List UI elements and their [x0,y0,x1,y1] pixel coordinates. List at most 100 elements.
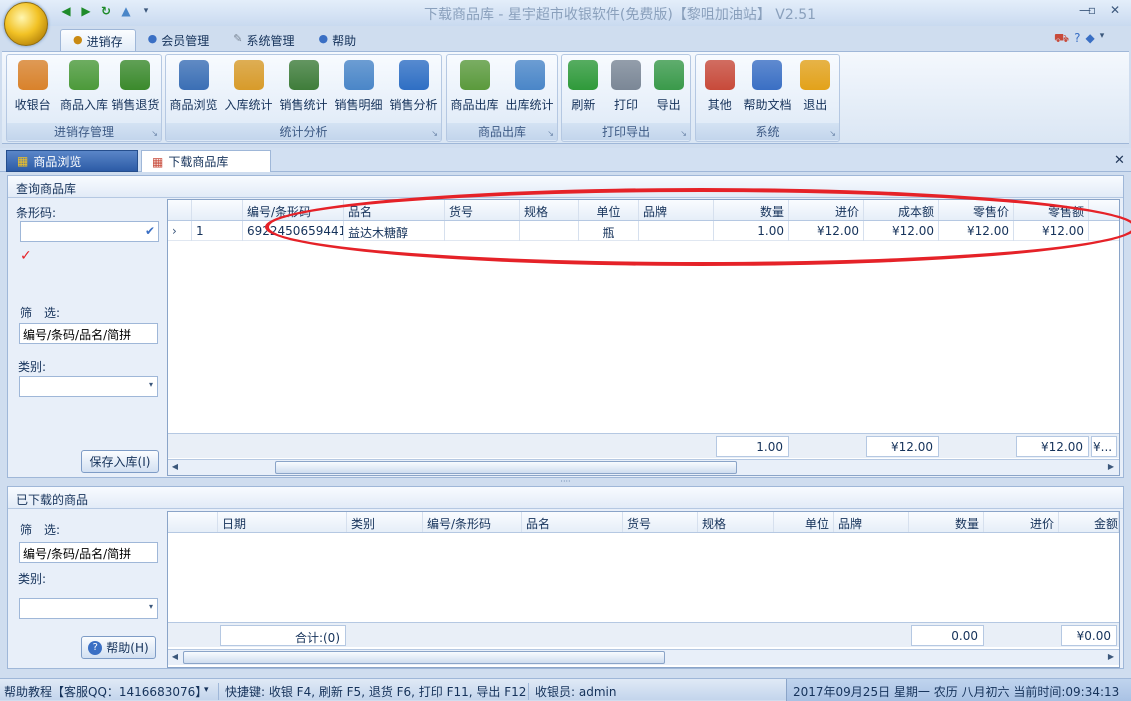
group-launcher-icon[interactable]: ↘ [829,129,836,138]
col-header-unit[interactable]: 单位 [774,512,834,532]
ribbon-button-label: 刷新 [571,98,596,112]
checkmark-dropdown-icon[interactable]: ✔ [145,224,155,238]
close-button[interactable]: ✕ [1102,3,1128,21]
col-header-name[interactable]: 品名 [522,512,623,532]
scroll-left-icon[interactable]: ◀ [170,462,180,472]
scroll-right-icon[interactable]: ▶ [1106,462,1116,472]
scroll-left-icon[interactable]: ◀ [170,652,180,662]
col-header-code[interactable]: 编号/条形码 [423,512,522,532]
ribbon-button-stock-stats[interactable]: 入库统计 [222,57,276,119]
up-arrow-icon[interactable]: ▲ [118,3,134,19]
group-launcher-icon[interactable]: ↘ [547,129,554,138]
ribbon-button-refresh[interactable]: 刷新 [562,57,605,119]
col-header-retail-amount[interactable]: 零售额 [1014,200,1089,220]
category-select[interactable]: ▾ [19,598,158,619]
cash-register-icon [17,60,48,90]
cell-code: 6922450659441 [243,221,344,241]
scroll-thumb[interactable] [183,651,665,664]
forward-arrow-icon[interactable]: ▶ [78,3,94,19]
col-header-cost-amount[interactable]: 成本额 [864,200,939,220]
skin-icon[interactable]: ◆ [1085,31,1094,47]
ribbon-button-return[interactable]: 销售退货 [110,57,161,119]
scroll-thumb[interactable] [275,461,737,474]
ribbon-button-printer[interactable]: 打印 [605,57,648,119]
group-launcher-icon[interactable]: ↘ [151,129,158,138]
ribbon-button-grid[interactable]: 其他 [696,57,743,119]
barcode-combobox[interactable]: ✔ [20,221,159,242]
cell-index: 1 [192,221,243,241]
cart-icon[interactable]: ⛟ [1054,31,1069,47]
col-header-unit[interactable]: 单位 [579,200,639,220]
col-header-item-no[interactable]: 货号 [623,512,698,532]
help-button[interactable]: ? 帮助(H) [81,636,156,659]
group-launcher-icon[interactable]: ↘ [680,129,687,138]
ribbon-group: 其他 帮助文档 退出 系统 ↘ [695,54,840,142]
col-header-retail-price[interactable]: 零售价 [939,200,1014,220]
ribbon-button-label: 入库统计 [224,98,273,112]
ribbon-button-export[interactable]: 导出 [647,57,690,119]
ribbon-button-out-stats[interactable]: 出库统计 [503,57,557,119]
ribbon-button-stock-in[interactable]: 商品入库 [58,57,109,119]
options-dropdown-icon[interactable]: ▾ [1100,31,1105,47]
tab-help[interactable]: ● 帮助 [306,29,368,51]
col-header-cost-price[interactable]: 进价 [984,512,1059,532]
status-bar: 帮助教程【客服QQ：1416683076】 ▾ 快捷键: 收银 F4, 刷新 F… [0,678,1131,701]
help-circle-icon[interactable]: ? [1074,31,1080,47]
col-header-item-no[interactable]: 货号 [445,200,520,220]
col-header-date[interactable]: 日期 [218,512,347,532]
title-bar: ◀ ▶ ↻ ▲ ▾ 下载商品库 - 星宇超市收银软件(免费版)【黎咀加油站】 V… [0,0,1131,26]
col-header-brand[interactable]: 品牌 [834,512,909,532]
tools-icon: ✎ [233,32,243,45]
col-header-qty[interactable]: 数量 [909,512,984,532]
query-grid: 编号/条形码 品名 货号 规格 单位 品牌 数量 进价 成本额 零售价 零售额 … [167,199,1120,476]
col-header-amount[interactable]: 金额 [1059,512,1119,532]
refresh-small-icon[interactable]: ↻ [98,3,114,19]
grid-small-icon: ▦ [152,154,164,169]
col-header-code[interactable]: 编号/条形码 [243,200,344,220]
ribbon-button-browse[interactable]: 商品浏览 [167,57,221,119]
ribbon-button-sales-stats[interactable]: 销售统计 [277,57,331,119]
col-header-spec[interactable]: 规格 [698,512,774,532]
sum-retail-amount: ¥12.00 [1016,436,1089,457]
col-header-spec[interactable]: 规格 [520,200,579,220]
status-help-link[interactable]: 帮助教程【客服QQ：1416683076】 [4,683,207,700]
scroll-right-icon[interactable]: ▶ [1106,652,1116,662]
customize-dropdown-icon[interactable]: ▾ [138,3,154,19]
app-menu-orb-icon[interactable] [4,2,48,46]
ribbon-button-power[interactable]: 退出 [792,57,839,119]
back-arrow-icon[interactable]: ◀ [58,3,74,19]
table-row[interactable]: › 1 6922450659441 益达木糖醇 瓶 1.00 ¥12.00 ¥1… [168,221,1119,241]
refresh-icon [568,60,599,90]
filter-input[interactable]: 编号/条码/品名/简拼 [19,542,158,563]
horizontal-scrollbar[interactable]: ◀ ▶ [168,649,1119,665]
doc-tab-product-browse[interactable]: ▦ 商品浏览 [6,150,138,172]
col-header-name[interactable]: 品名 [344,200,445,220]
save-to-stock-button[interactable]: 保存入库(I) [81,450,159,473]
col-header-qty[interactable]: 数量 [714,200,789,220]
tab-system-admin[interactable]: ✎ 系统管理 [221,29,306,51]
ribbon-button-help-doc[interactable]: 帮助文档 [743,57,792,119]
ribbon-button-pie-chart[interactable]: 销售分析 [387,57,441,119]
group-launcher-icon[interactable]: ↘ [431,129,438,138]
dropdown-arrow-icon[interactable]: ▾ [204,685,209,695]
category-select[interactable]: ▾ [19,376,158,397]
filter-input[interactable]: 编号/条码/品名/简拼 [19,323,158,344]
col-header-cost-price[interactable]: 进价 [789,200,864,220]
return-icon [120,60,151,90]
horizontal-scrollbar[interactable]: ◀ ▶ [168,459,1119,475]
stock-in-icon [68,60,99,90]
export-icon [653,60,684,90]
doc-tab-download-library[interactable]: ▦ 下载商品库 [141,150,271,172]
tab-inventory[interactable]: ● 进销存 [60,29,136,51]
grid-header: 编号/条形码 品名 货号 规格 单位 品牌 数量 进价 成本额 零售价 零售额 [168,200,1119,221]
ribbon-group: 商品出库 出库统计 商品出库 ↘ [446,54,558,142]
ribbon-button-sales-detail[interactable]: 销售明细 [332,57,386,119]
ribbon-button-stock-out[interactable]: 商品出库 [448,57,502,119]
ribbon-button-label: 销售分析 [389,98,438,112]
close-doc-tab-icon[interactable]: ✕ [1114,153,1125,168]
col-header-brand[interactable]: 品牌 [639,200,714,220]
col-header-category[interactable]: 类别 [347,512,423,532]
ribbon-button-cash-register[interactable]: 收银台 [7,57,58,119]
ribbon-button-label: 商品浏览 [169,98,218,112]
tab-members[interactable]: ● 会员管理 [136,29,222,51]
